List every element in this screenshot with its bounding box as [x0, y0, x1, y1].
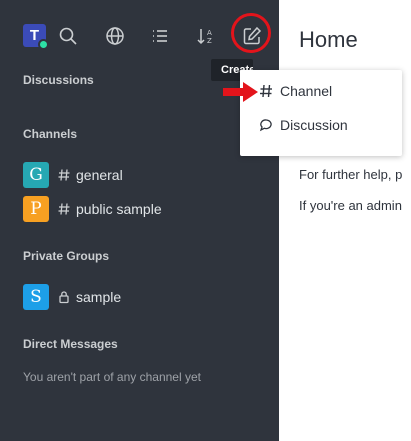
main-content: Home For further help, p If you're an ad… [279, 0, 411, 441]
menu-item-label: Channel [280, 83, 333, 99]
section-title-private-groups: Private Groups [23, 249, 110, 263]
sidebar-item-public-sample[interactable]: P public sample [23, 196, 263, 222]
hash-icon [57, 202, 71, 216]
room-name: general [76, 167, 123, 183]
user-avatar[interactable]: T [23, 24, 49, 50]
hash-icon [258, 83, 274, 99]
annotation-highlight-circle [231, 13, 271, 53]
sort-icon[interactable]: A Z [194, 24, 218, 48]
annotation-arrow-icon [223, 82, 258, 102]
create-new-menu: Channel Discussion [240, 70, 402, 156]
svg-text:Z: Z [207, 37, 212, 45]
menu-item-label: Discussion [280, 117, 348, 133]
section-title-discussions: Discussions [23, 73, 94, 87]
directory-globe-icon[interactable] [103, 24, 127, 48]
direct-messages-empty-note: You aren't part of any channel yet [23, 370, 201, 384]
online-status-dot [38, 39, 49, 50]
hash-icon [57, 168, 71, 182]
display-list-icon[interactable] [148, 24, 172, 48]
svg-text:A: A [207, 29, 212, 37]
discussion-icon [258, 117, 274, 133]
section-title-channels: Channels [23, 127, 78, 141]
room-avatar: S [23, 284, 49, 310]
menu-item-channel[interactable]: Channel [240, 75, 402, 107]
section-title-direct-messages: Direct Messages [23, 337, 118, 351]
sidebar-item-sample[interactable]: S sample [23, 284, 263, 310]
home-text-line-1: For further help, p [299, 167, 403, 182]
lock-icon [57, 290, 71, 304]
page-title: Home [299, 27, 358, 52]
room-name: public sample [76, 201, 162, 217]
menu-item-discussion[interactable]: Discussion [240, 109, 402, 141]
home-text-line-2: If you're an admin [299, 198, 402, 213]
room-avatar: G [23, 162, 49, 188]
room-avatar: P [23, 196, 49, 222]
search-icon[interactable] [56, 24, 80, 48]
room-name: sample [76, 289, 122, 305]
sidebar-item-general[interactable]: G general [23, 162, 263, 188]
